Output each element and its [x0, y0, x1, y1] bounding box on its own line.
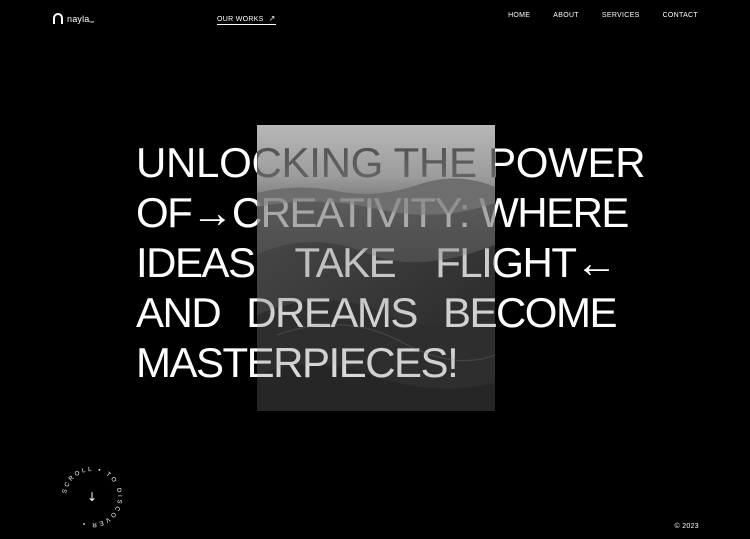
headline-line-2: OF → CREATIVITY: WHERE	[136, 188, 629, 238]
logo-tm: tm	[89, 18, 95, 24]
headline-word: IDEAS	[136, 239, 256, 286]
nav-about[interactable]: ABOUT	[553, 12, 579, 19]
logo-icon	[53, 13, 63, 24]
main-nav: HOME ABOUT SERVICES CONTACT	[508, 12, 698, 19]
headline-word: DREAMS	[246, 289, 418, 336]
our-works-label: OUR WORKS	[217, 15, 264, 23]
headline-word: BECOME	[442, 289, 618, 336]
arrow-left-icon: ←	[575, 239, 617, 286]
headline-word: OF	[136, 189, 193, 236]
headline-line-3: IDEAS TAKE FLIGHT←	[136, 238, 617, 288]
our-works-link[interactable]: OUR WORKS ↗	[217, 15, 276, 25]
headline-word: AND	[136, 289, 222, 336]
headline-line-4: AND DREAMS BECOME	[136, 288, 618, 338]
hero-headline: UNLOCKING THE POWER OF → CREATIVITY: WHE…	[136, 138, 646, 388]
scroll-badge-graphic: SCROLL • TO DISCOVER • ↓	[61, 466, 121, 528]
nav-services[interactable]: SERVICES	[602, 12, 640, 19]
arrow-right-icon: →	[191, 189, 233, 236]
headline-word: CREATIVITY: WHERE	[231, 189, 630, 236]
headline-word: MASTERPIECES!	[136, 339, 459, 386]
scroll-to-discover-badge[interactable]: SCROLL • TO DISCOVER • ↓	[57, 462, 127, 532]
headline-word: FLIGHT←	[435, 239, 617, 286]
copyright-text: © 2023	[674, 523, 699, 530]
arrow-down-icon: ↓	[87, 490, 97, 504]
headline-line-1: UNLOCKING THE POWER	[136, 138, 646, 188]
logo-text: naylatm	[67, 13, 95, 24]
headline-word: TAKE	[294, 239, 397, 286]
nav-home[interactable]: HOME	[508, 12, 530, 19]
headline-line-5: MASTERPIECES!	[136, 338, 616, 388]
arrow-up-right-icon: ↗	[268, 14, 276, 23]
headline-word: UNLOCKING THE POWER	[136, 139, 646, 186]
nav-contact[interactable]: CONTACT	[663, 12, 698, 19]
logo[interactable]: naylatm	[53, 13, 94, 24]
